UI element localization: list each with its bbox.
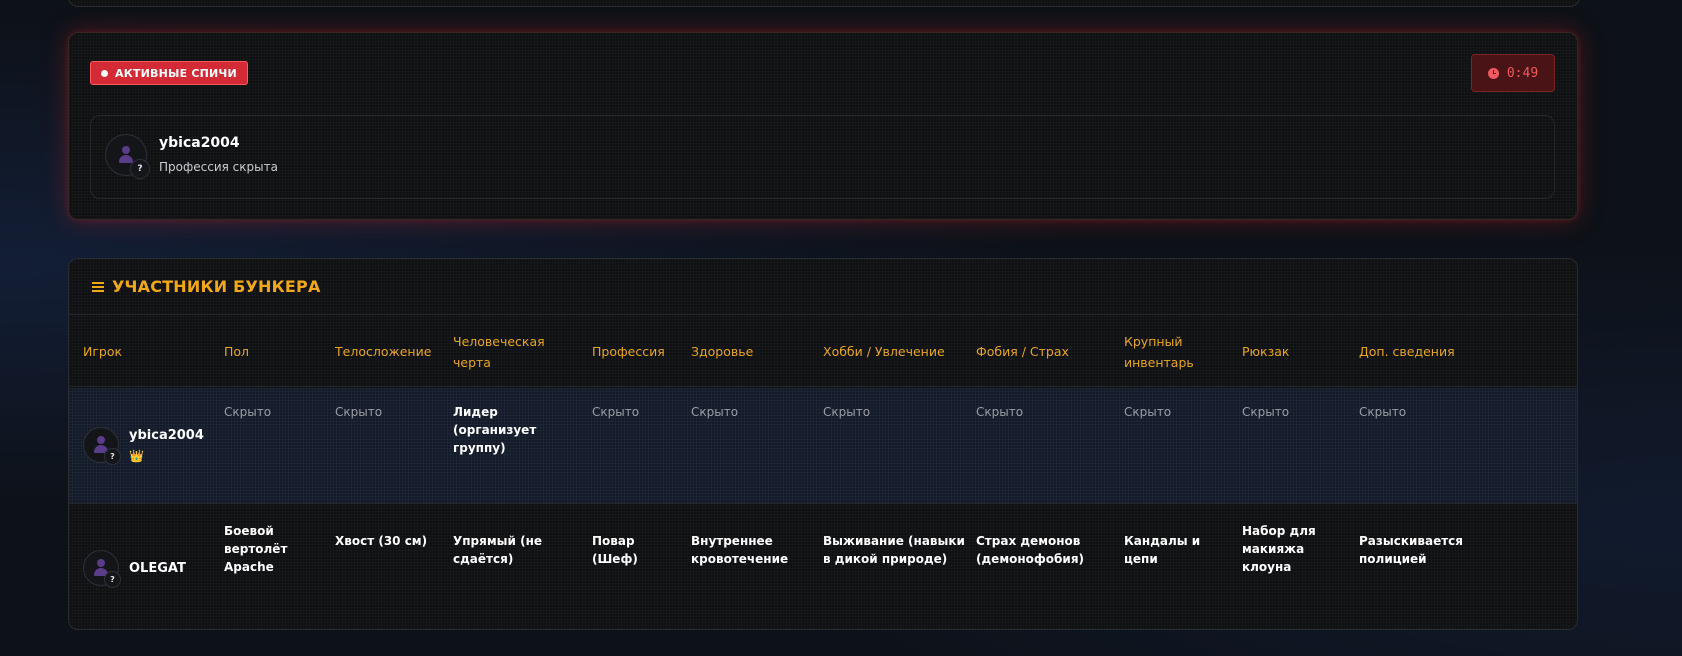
- table-header: Игрок Пол Телосложение Человеческая черт…: [69, 314, 1577, 387]
- speech-timer: 0:49: [1471, 54, 1555, 92]
- col-hobby: Хобби / Увлечение: [823, 344, 945, 359]
- live-dot-icon: [101, 69, 108, 77]
- avatar[interactable]: ?: [83, 550, 121, 588]
- col-profession: Профессия: [592, 344, 665, 359]
- cell-profession: Скрыто: [592, 405, 640, 419]
- col-health: Здоровье: [691, 344, 754, 359]
- col-phobia: Фобия / Страх: [976, 344, 1069, 359]
- active-speeches-panel: АКТИВНЫЕ СПИЧИ 0:49 ? ybica2004 Професси…: [68, 32, 1578, 220]
- current-speaker-card: ? ybica2004 Профессия скрыта: [90, 115, 1555, 199]
- question-mark-icon: ?: [104, 448, 121, 465]
- avatar[interactable]: ?: [105, 134, 150, 179]
- cell-backpack: Набор для макияжа клоуна: [1242, 524, 1316, 574]
- cell-backpack: Скрыто: [1242, 405, 1290, 419]
- question-mark-icon: ?: [104, 571, 121, 588]
- col-gender: Пол: [224, 344, 250, 359]
- speaker-profession: Профессия скрыта: [159, 160, 278, 174]
- cell-hobby: Выживание (навыки в дикой природе): [823, 534, 965, 566]
- cell-gender: Боевой вертолёт Apache: [224, 524, 288, 574]
- previous-panel-edge: [68, 0, 1580, 7]
- speaker-name: ybica2004: [159, 135, 240, 151]
- cell-health: Скрыто: [691, 405, 739, 419]
- user-icon: [119, 146, 133, 163]
- list-icon: [92, 281, 104, 293]
- panel-title-text: УЧАСТНИКИ БУНКЕРА: [112, 277, 321, 296]
- avatar[interactable]: ?: [83, 427, 121, 465]
- bunker-participants-panel: УЧАСТНИКИ БУНКЕРА Игрок Пол Телосложение…: [68, 258, 1578, 630]
- crown-icon: 👑: [129, 448, 144, 463]
- col-human-trait: Человеческая черта: [453, 333, 545, 370]
- cell-phobia: Страх демонов (демонофобия): [976, 534, 1085, 566]
- active-speeches-badge: АКТИВНЫЕ СПИЧИ: [90, 61, 248, 85]
- player-cell: ? OLEGAT: [83, 550, 186, 588]
- player-name: OLEGAT: [129, 560, 186, 576]
- cell-build: Хвост (30 см): [335, 534, 428, 548]
- timer-value: 0:49: [1506, 65, 1539, 81]
- player-name: ybica2004: [129, 427, 204, 443]
- cell-extra-info: Разыскивается полицией: [1359, 534, 1463, 566]
- table-row[interactable]: ? ybica2004 👑 Скрыто Скрыто Лидер (орган…: [69, 388, 1577, 504]
- active-speeches-label: АКТИВНЫЕ СПИЧИ: [115, 66, 237, 80]
- cell-gender: Скрыто: [224, 405, 272, 419]
- clock-icon: [1487, 67, 1499, 79]
- cell-build: Скрыто: [335, 405, 383, 419]
- question-mark-icon: ?: [130, 159, 150, 179]
- cell-large-inventory: Кандалы и цепи: [1124, 534, 1201, 566]
- cell-large-inventory: Скрыто: [1124, 405, 1172, 419]
- col-large-inventory: Крупный инвентарь: [1124, 333, 1194, 370]
- col-backpack: Рюкзак: [1242, 344, 1290, 359]
- col-build: Телосложение: [335, 344, 432, 359]
- player-cell: ? ybica2004 👑: [83, 427, 204, 465]
- cell-profession: Повар (Шеф): [592, 534, 638, 566]
- col-extra-info: Доп. сведения: [1359, 344, 1455, 359]
- cell-health: Внутреннее кровотечение: [691, 534, 789, 566]
- panel-title: УЧАСТНИКИ БУНКЕРА: [92, 277, 321, 296]
- table-row[interactable]: ? OLEGAT Боевой вертолёт Apache Хвост (3…: [69, 505, 1577, 629]
- cell-extra-info: Скрыто: [1359, 405, 1407, 419]
- col-player: Игрок: [83, 344, 123, 359]
- cell-human-trait: Упрямый (не сдаётся): [453, 534, 542, 566]
- cell-human-trait: Лидер (организует группу): [453, 405, 537, 455]
- cell-hobby: Скрыто: [823, 405, 871, 419]
- cell-phobia: Скрыто: [976, 405, 1024, 419]
